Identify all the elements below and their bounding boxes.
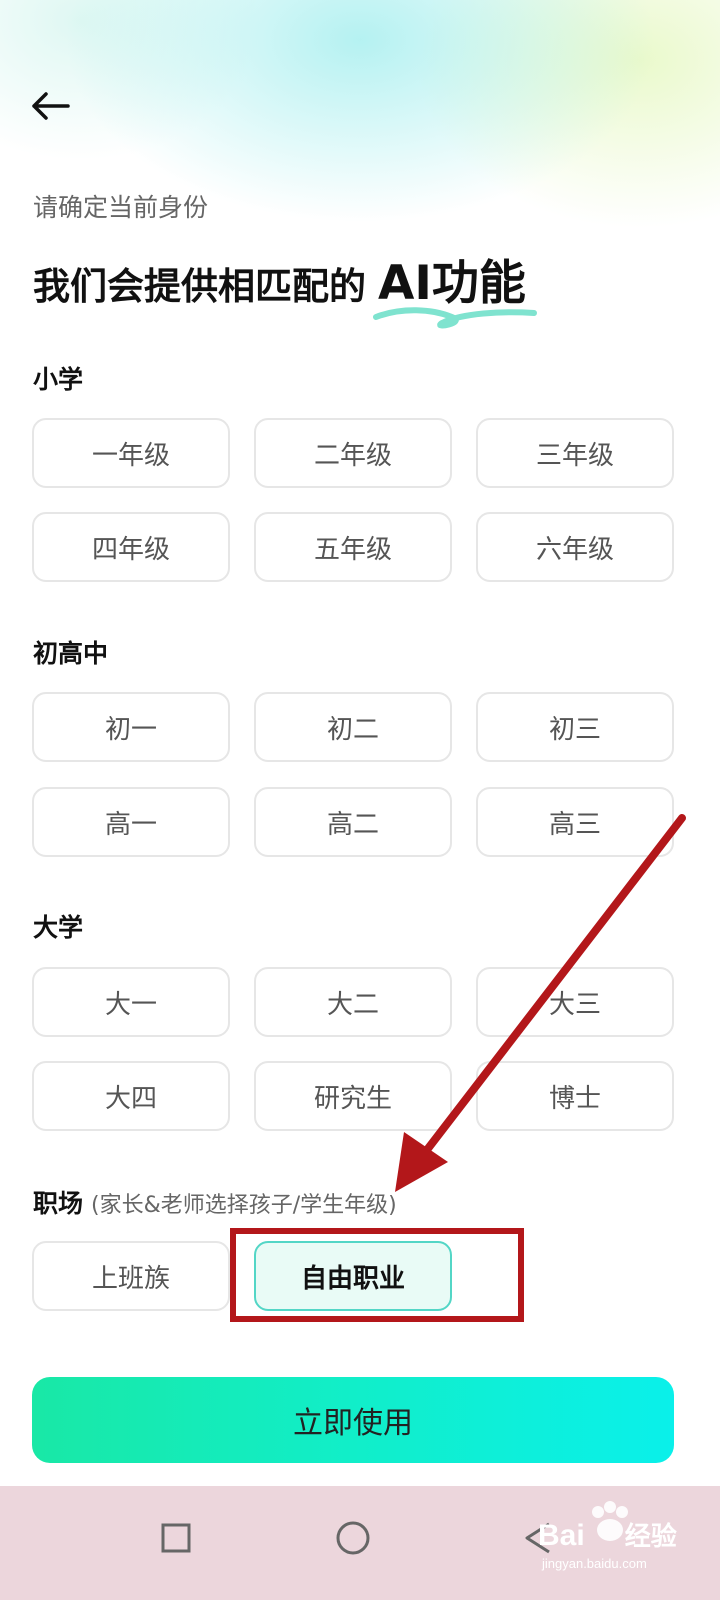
option-phd[interactable]: 博士	[476, 1061, 674, 1131]
baidu-watermark: Bai 经验 jingyan.baidu.com	[538, 1500, 718, 1580]
squiggle-underline	[373, 307, 537, 329]
option-junior-3[interactable]: 初三	[476, 692, 674, 762]
headline-prefix: 我们会提供相匹配的	[33, 265, 366, 308]
home-button[interactable]	[323, 1508, 383, 1568]
annotation-highlight-box	[230, 1228, 524, 1322]
option-grade-6[interactable]: 六年级	[476, 512, 674, 582]
option-graduate[interactable]: 研究生	[254, 1061, 452, 1131]
option-junior-2[interactable]: 初二	[254, 692, 452, 762]
option-uni-4[interactable]: 大四	[32, 1061, 230, 1131]
section-title-workplace-label: 职场	[33, 1189, 84, 1218]
option-senior-1[interactable]: 高一	[32, 787, 230, 857]
square-icon	[161, 1523, 191, 1553]
option-senior-2[interactable]: 高二	[254, 787, 452, 857]
option-senior-3[interactable]: 高三	[476, 787, 674, 857]
watermark-brand: Bai 经验	[538, 1516, 677, 1553]
watermark-brand-suffix: 经验	[624, 1521, 677, 1551]
section-note: (家长&老师选择孩子/学生年级)	[91, 1193, 397, 1218]
watermark-url: jingyan.baidu.com	[542, 1556, 647, 1571]
section-title-workplace: 职场 (家长&老师选择孩子/学生年级)	[33, 1184, 397, 1220]
option-grade-3[interactable]: 三年级	[476, 418, 674, 488]
section-title-university: 大学	[33, 913, 84, 942]
option-uni-2[interactable]: 大二	[254, 967, 452, 1037]
option-grade-4[interactable]: 四年级	[32, 512, 230, 582]
recents-button[interactable]	[146, 1508, 206, 1568]
circle-icon	[336, 1521, 370, 1555]
option-uni-3[interactable]: 大三	[476, 967, 674, 1037]
option-junior-1[interactable]: 初一	[32, 692, 230, 762]
option-grade-5[interactable]: 五年级	[254, 512, 452, 582]
use-now-button[interactable]: 立即使用	[32, 1377, 674, 1463]
option-grade-2[interactable]: 二年级	[254, 418, 452, 488]
option-uni-1[interactable]: 大一	[32, 967, 230, 1037]
section-title-middle-high: 初高中	[33, 639, 109, 668]
section-title-primary: 小学	[33, 365, 84, 394]
subtitle: 请确定当前身份	[33, 193, 209, 222]
option-grade-1[interactable]: 一年级	[32, 418, 230, 488]
headline: 我们会提供相匹配的 AI功能	[33, 244, 537, 329]
watermark-brand-text: Bai	[538, 1519, 585, 1552]
back-button[interactable]	[30, 84, 80, 128]
headline-highlight: AI功能	[373, 256, 537, 329]
back-arrow-icon	[32, 92, 70, 120]
option-office-worker[interactable]: 上班族	[32, 1241, 230, 1311]
